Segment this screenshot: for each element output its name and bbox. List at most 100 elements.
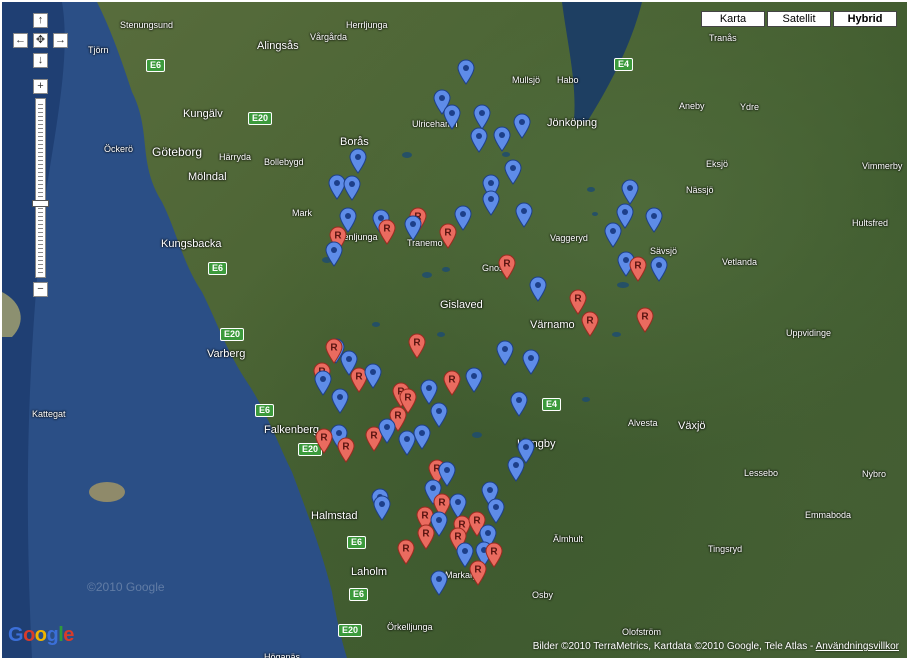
svg-text:R: R <box>438 498 446 509</box>
svg-text:R: R <box>421 511 429 522</box>
road-shield: E6 <box>347 536 367 549</box>
place-label: Herrljunga <box>346 20 388 30</box>
place-label: Älmhult <box>553 534 584 544</box>
svg-text:R: R <box>330 343 338 354</box>
zoom-slider[interactable] <box>32 98 49 278</box>
red-r-map-marker-icon[interactable]: R <box>469 560 487 586</box>
place-label: Tingsryd <box>708 544 743 554</box>
blue-map-marker-icon[interactable] <box>404 215 422 241</box>
place-label: Borås <box>340 136 369 148</box>
blue-map-marker-icon[interactable] <box>522 349 540 375</box>
place-label: Kattegat <box>32 409 66 419</box>
pan-down-button[interactable]: ↓ <box>33 53 48 68</box>
blue-map-marker-icon[interactable] <box>645 207 663 233</box>
blue-map-marker-icon[interactable] <box>430 402 448 428</box>
blue-map-marker-icon[interactable] <box>504 159 522 185</box>
blue-map-marker-icon[interactable] <box>349 148 367 174</box>
blue-map-marker-icon[interactable] <box>621 179 639 205</box>
blue-map-marker-icon[interactable] <box>487 498 505 524</box>
zoom-out-button[interactable]: − <box>33 282 48 297</box>
blue-map-marker-icon[interactable] <box>482 190 500 216</box>
blue-map-marker-icon[interactable] <box>513 113 531 139</box>
pan-up-button[interactable]: ↑ <box>33 13 48 28</box>
red-r-map-marker-icon[interactable]: R <box>498 254 516 280</box>
place-label: Bollebygd <box>264 157 304 167</box>
blue-map-marker-icon[interactable] <box>470 127 488 153</box>
road-shield: E6 <box>208 262 228 275</box>
place-label: Uppvidinge <box>786 328 832 338</box>
blue-map-marker-icon[interactable] <box>314 370 332 396</box>
map-type-karta-button[interactable]: Karta <box>701 11 765 27</box>
svg-text:R: R <box>634 261 642 272</box>
place-label: Tjörn <box>88 45 109 55</box>
blue-map-marker-icon[interactable] <box>515 202 533 228</box>
place-label: Mölndal <box>188 171 227 183</box>
red-r-map-marker-icon[interactable]: R <box>337 437 355 463</box>
logo-letter: o <box>34 624 47 646</box>
lake <box>402 152 412 158</box>
place-label: Ydre <box>740 102 760 112</box>
blue-map-marker-icon[interactable] <box>343 175 361 201</box>
blue-map-marker-icon[interactable] <box>529 276 547 302</box>
lake <box>472 432 482 438</box>
blue-map-marker-icon[interactable] <box>331 388 349 414</box>
blue-map-marker-icon[interactable] <box>430 570 448 596</box>
lake <box>442 267 450 272</box>
red-r-map-marker-icon[interactable]: R <box>485 542 503 568</box>
red-r-map-marker-icon[interactable]: R <box>439 223 457 249</box>
blue-map-marker-icon[interactable] <box>604 222 622 248</box>
zoom-in-button[interactable]: + <box>33 79 48 94</box>
terms-of-use-link[interactable]: Användningsvillkor <box>816 641 899 652</box>
blue-map-marker-icon[interactable] <box>465 367 483 393</box>
blue-map-marker-icon[interactable] <box>496 340 514 366</box>
place-label: Kungsbacka <box>161 238 222 250</box>
road-shield: E6 <box>255 404 275 417</box>
place-label: Halmstad <box>311 510 358 522</box>
blue-map-marker-icon[interactable] <box>510 391 528 417</box>
blue-map-marker-icon[interactable] <box>443 104 461 130</box>
blue-map-marker-icon[interactable] <box>457 59 475 85</box>
red-r-map-marker-icon[interactable]: R <box>443 370 461 396</box>
place-label: Emmaboda <box>805 510 852 520</box>
blue-map-marker-icon[interactable] <box>373 495 391 521</box>
red-r-map-marker-icon[interactable]: R <box>397 539 415 565</box>
place-label: Örkelljunga <box>387 622 433 632</box>
blue-map-marker-icon[interactable] <box>493 126 511 152</box>
lake <box>437 332 445 337</box>
svg-text:R: R <box>586 316 594 327</box>
red-r-map-marker-icon[interactable]: R <box>408 333 426 359</box>
place-label: Gislaved <box>440 299 483 311</box>
pan-left-button[interactable]: ← <box>13 33 28 48</box>
svg-text:R: R <box>320 433 328 444</box>
blue-map-marker-icon[interactable] <box>325 241 343 267</box>
place-label: Aneby <box>679 101 705 111</box>
blue-map-marker-icon[interactable] <box>398 430 416 456</box>
red-r-map-marker-icon[interactable]: R <box>636 307 654 333</box>
map-canvas[interactable]: Stenungsund Herrljunga Vårgårda Tjörn Alings… <box>2 2 907 658</box>
map-type-satellit-button[interactable]: Satellit <box>767 11 831 27</box>
red-r-map-marker-icon[interactable]: R <box>417 524 435 550</box>
blue-map-marker-icon[interactable] <box>650 256 668 282</box>
svg-text:R: R <box>334 231 342 242</box>
red-r-map-marker-icon[interactable]: R <box>629 256 647 282</box>
map-type-hybrid-button[interactable]: Hybrid <box>833 11 897 27</box>
blue-map-marker-icon[interactable] <box>507 456 525 482</box>
place-label: Öckerö <box>104 144 134 154</box>
zoom-slider-thumb[interactable] <box>32 200 49 208</box>
place-label: Vårgårda <box>310 32 348 42</box>
svg-text:R: R <box>448 375 456 386</box>
place-label: Alvesta <box>628 418 658 428</box>
pan-right-button[interactable]: → <box>53 33 68 48</box>
red-r-map-marker-icon[interactable]: R <box>581 311 599 337</box>
lake <box>422 272 432 278</box>
blue-map-marker-icon[interactable] <box>364 363 382 389</box>
red-r-map-marker-icon[interactable]: R <box>315 428 333 454</box>
svg-text:R: R <box>641 312 649 323</box>
blue-map-marker-icon[interactable] <box>378 418 396 444</box>
sea-coastline <box>2 2 642 658</box>
place-label: Hultsfred <box>852 218 889 228</box>
pan-center-button[interactable]: ✥ <box>33 33 48 48</box>
svg-text:R: R <box>490 547 498 558</box>
red-r-map-marker-icon[interactable]: R <box>378 219 396 245</box>
google-logo[interactable]: Google <box>8 624 74 647</box>
